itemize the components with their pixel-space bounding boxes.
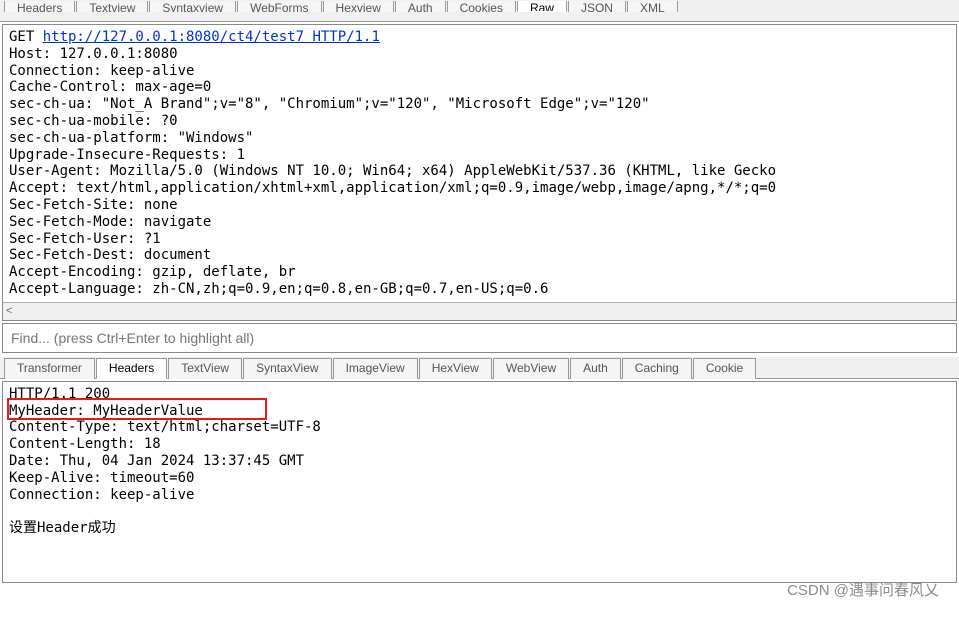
request-url-link[interactable]: http://127.0.0.1:8080/ct4/test7 HTTP/1.1 — [43, 29, 380, 45]
tab-json[interactable]: JSON — [568, 1, 626, 12]
tab-xml[interactable]: XML — [627, 1, 678, 12]
tab-resp-headers[interactable]: Headers — [96, 358, 167, 379]
tab-resp-webview[interactable]: WebView — [493, 358, 569, 379]
tab-transformer[interactable]: Transformer — [4, 358, 95, 379]
tab-resp-hexview[interactable]: HexView — [419, 358, 492, 379]
tab-auth[interactable]: Auth — [395, 1, 446, 12]
tab-textview[interactable]: Textview — [76, 1, 148, 12]
request-raw-text[interactable]: GET http://127.0.0.1:8080/ct4/test7 HTTP… — [3, 25, 956, 302]
tab-webforms[interactable]: WebForms — [237, 1, 321, 12]
tab-headers[interactable]: Headers — [4, 1, 75, 12]
request-method: GET — [9, 29, 43, 45]
tab-resp-cookies[interactable]: Cookie — [693, 358, 756, 379]
response-pane: HTTP/1.1 200 MyHeader: MyHeaderValue Con… — [2, 381, 957, 583]
tab-syntaxview[interactable]: Syntaxview — [149, 1, 236, 12]
tab-hexview[interactable]: Hexview — [323, 1, 394, 12]
find-bar — [2, 323, 957, 353]
tab-resp-caching[interactable]: Caching — [622, 358, 692, 379]
tab-resp-textview[interactable]: TextView — [168, 358, 242, 379]
tab-resp-auth[interactable]: Auth — [570, 358, 621, 379]
request-tabs: Headers Textview Syntaxview WebForms Hex… — [0, 0, 959, 22]
find-input[interactable] — [11, 330, 948, 346]
tab-resp-syntaxview[interactable]: SyntaxView — [243, 358, 331, 379]
response-raw-text[interactable]: HTTP/1.1 200 MyHeader: MyHeaderValue Con… — [3, 382, 956, 582]
horizontal-scrollbar[interactable]: < — [3, 302, 956, 320]
request-raw-pane: GET http://127.0.0.1:8080/ct4/test7 HTTP… — [2, 24, 957, 321]
watermark: CSDN @遇事问春风乂 — [787, 579, 939, 600]
response-tabs: Transformer Headers TextView SyntaxView … — [0, 357, 959, 379]
tab-cookies[interactable]: Cookies — [447, 1, 516, 12]
tab-resp-imageview[interactable]: ImageView — [333, 358, 418, 379]
tab-raw[interactable]: Raw — [517, 1, 567, 12]
request-headers-block: Host: 127.0.0.1:8080 Connection: keep-al… — [9, 46, 776, 297]
chevron-left-icon: < — [6, 305, 12, 317]
